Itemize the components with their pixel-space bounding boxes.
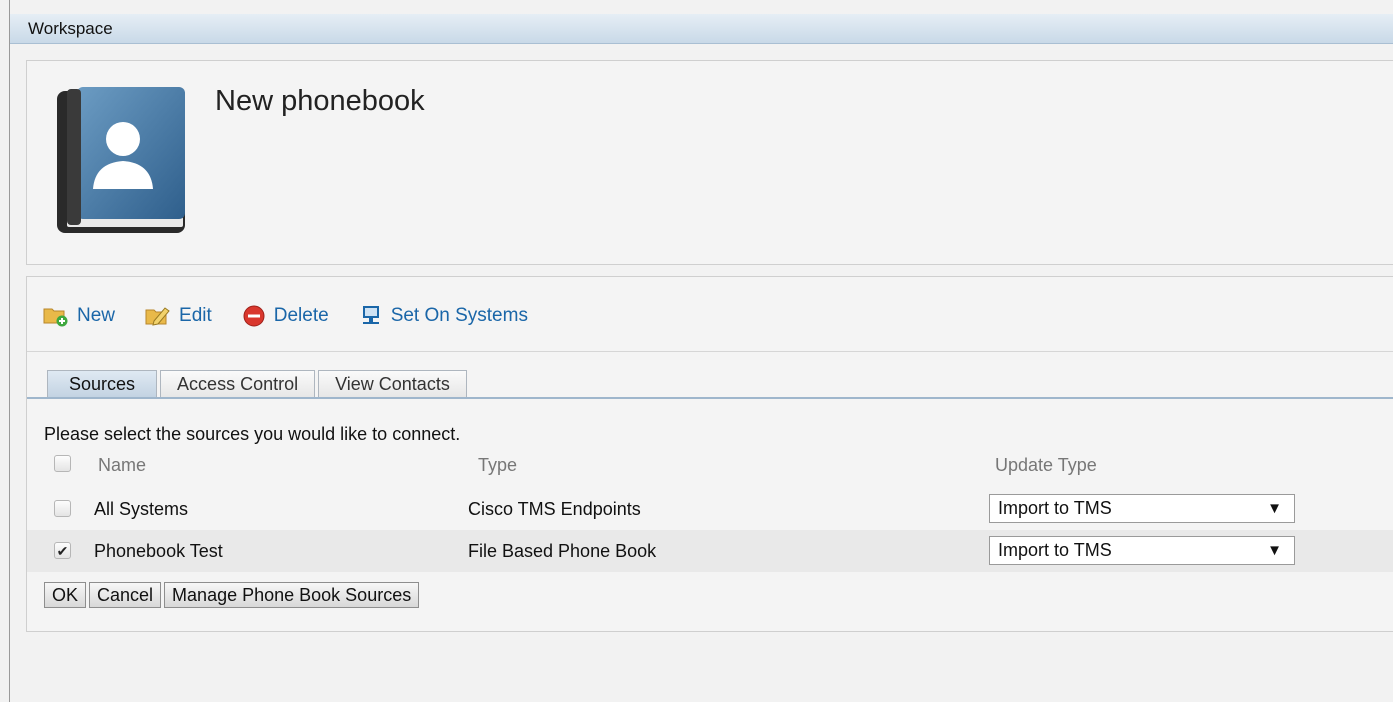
- tab-view-contacts[interactable]: View Contacts: [318, 370, 467, 397]
- row-checkbox[interactable]: ✔: [54, 542, 71, 559]
- source-type: File Based Phone Book: [468, 541, 657, 561]
- update-type-select[interactable]: Import to TMS ▼: [989, 536, 1295, 565]
- phonebook-detail-panel: New Edit Delete Set On Systems Sources A…: [26, 276, 1393, 632]
- delete-label: Delete: [273, 305, 329, 326]
- edit-label: Edit: [179, 305, 212, 326]
- sources-prompt: Please select the sources you would like…: [44, 424, 461, 444]
- tab-bar: Sources Access Control View Contacts: [47, 370, 470, 397]
- column-header-update-type: Update Type: [995, 455, 1097, 475]
- tab-sources[interactable]: Sources: [47, 370, 158, 397]
- cancel-button[interactable]: Cancel: [89, 582, 162, 608]
- set-on-systems-label: Set On Systems: [390, 305, 528, 326]
- manage-phone-book-sources-button[interactable]: Manage Phone Book Sources: [164, 582, 420, 608]
- folder-edit-icon: [145, 307, 170, 326]
- phonebook-summary-panel: New phonebook: [26, 60, 1393, 265]
- update-type-value: Import to TMS: [998, 498, 1112, 518]
- column-header-name: Name: [98, 455, 147, 475]
- update-type-value: Import to TMS: [998, 540, 1112, 560]
- toolbar: New Edit Delete Set On Systems: [43, 301, 558, 331]
- workspace-title: Workspace: [28, 19, 113, 38]
- action-buttons: OK Cancel Manage Phone Book Sources: [44, 582, 422, 608]
- tab-access-control[interactable]: Access Control: [160, 370, 316, 397]
- source-name: Phonebook Test: [94, 541, 223, 561]
- edit-button[interactable]: Edit: [145, 305, 212, 327]
- set-on-systems-button[interactable]: Set On Systems: [359, 304, 528, 328]
- table-row: All Systems Cisco TMS Endpoints Import t…: [27, 488, 1393, 530]
- ok-button[interactable]: OK: [44, 582, 87, 608]
- folder-add-icon: [43, 308, 68, 327]
- monitor-icon: [362, 306, 379, 324]
- new-button[interactable]: New: [43, 305, 115, 327]
- delete-button[interactable]: Delete: [242, 304, 329, 328]
- update-type-select[interactable]: Import to TMS ▼: [989, 494, 1295, 523]
- table-row: ✔ Phonebook Test File Based Phone Book I…: [27, 530, 1393, 572]
- left-border: [9, 0, 10, 702]
- toolbar-divider: [27, 351, 1393, 352]
- row-checkbox[interactable]: [54, 500, 71, 517]
- phonebook-title: New phonebook: [215, 85, 425, 117]
- dropdown-arrow-icon: ▼: [1267, 542, 1282, 559]
- checkmark-icon: ✔: [56, 542, 69, 559]
- workspace-header: Workspace: [10, 14, 1393, 44]
- phonebook-book-icon: [57, 87, 185, 233]
- column-header-type: Type: [478, 455, 518, 475]
- tab-divider: [27, 397, 1393, 399]
- dropdown-arrow-icon: ▼: [1267, 500, 1282, 517]
- source-type: Cisco TMS Endpoints: [468, 499, 641, 519]
- delete-icon: [243, 305, 265, 327]
- new-label: New: [77, 305, 116, 326]
- select-all-checkbox[interactable]: [54, 455, 71, 472]
- source-name: All Systems: [94, 499, 189, 519]
